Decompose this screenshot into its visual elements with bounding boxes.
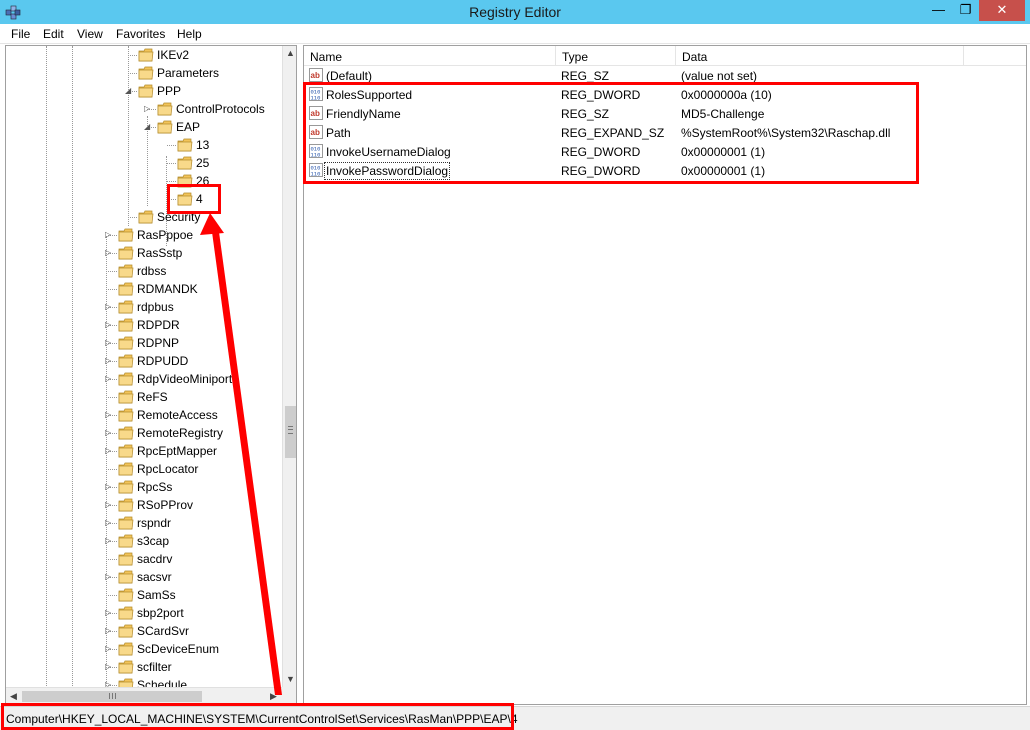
annotation-arrow xyxy=(200,213,282,695)
